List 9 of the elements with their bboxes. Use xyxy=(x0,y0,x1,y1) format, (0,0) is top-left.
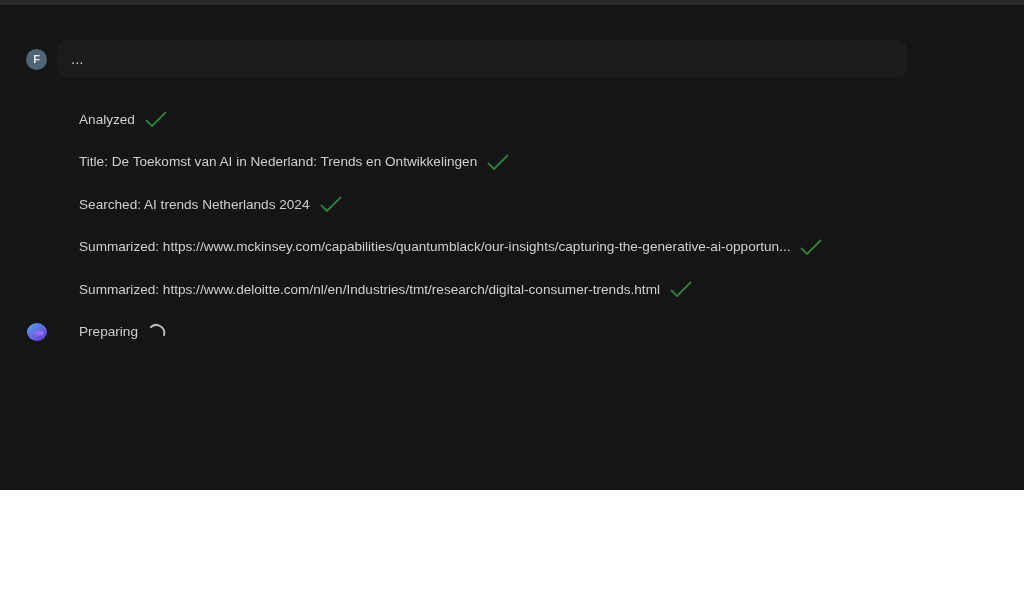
message-bubble: ... xyxy=(57,40,907,78)
step-text: Summarized: https://www.mckinsey.com/capabilities/quantumblack/our-insights/capturing-the-generative-ai-opportun... xyxy=(79,239,791,255)
step-text: Analyzed xyxy=(79,111,135,127)
step-text: Searched: AI trends Netherlands 2024 xyxy=(79,196,310,212)
step-text: Preparing xyxy=(79,324,138,340)
step-text: Summarized: https://www.deloitte.com/nl/en/Industries/tmt/research/digital-consumer-trends.html xyxy=(79,281,660,297)
bot-avatar-icon xyxy=(26,320,48,343)
user-avatar: F xyxy=(26,48,47,70)
step-text: Title: De Toekomst van AI in Nederland: Trends en Ontwikkelingen xyxy=(79,154,478,170)
